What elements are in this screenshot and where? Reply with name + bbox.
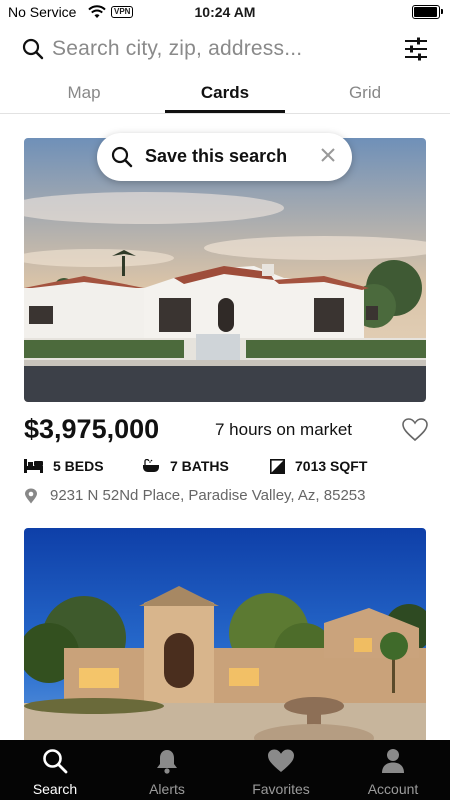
listing-price: $3,975,000 <box>24 414 160 444</box>
search-icon <box>111 146 133 173</box>
sqft-label: 7013 SQFT <box>295 458 368 474</box>
beds-label: 5 BEDS <box>53 458 104 474</box>
view-tabs: Map Cards Grid <box>0 78 450 114</box>
location-pin-icon <box>25 488 37 503</box>
favorite-heart-icon[interactable] <box>402 418 428 447</box>
tab-map[interactable]: Map <box>24 83 144 103</box>
filter-sliders-icon[interactable] <box>404 36 428 67</box>
baths-stat: 7 BATHS <box>142 458 229 474</box>
search-icon <box>43 749 68 774</box>
baths-label: 7 BATHS <box>170 458 229 474</box>
nav-alerts[interactable]: Alerts <box>112 748 222 797</box>
sqft-stat: 7013 SQFT <box>270 458 367 474</box>
nav-alerts-label: Alerts <box>149 781 185 797</box>
listing-photo[interactable] <box>24 528 426 740</box>
area-icon <box>270 458 285 474</box>
nav-search[interactable]: Search <box>0 748 110 797</box>
search-input[interactable]: Search city, zip, address... <box>52 37 302 61</box>
bathtub-icon <box>143 459 159 472</box>
person-icon <box>382 749 404 773</box>
search-bar[interactable]: Search city, zip, address... <box>0 30 450 72</box>
nav-favorites[interactable]: Favorites <box>226 748 336 797</box>
tab-cards[interactable]: Cards <box>165 83 285 103</box>
nav-favorites-label: Favorites <box>252 781 310 797</box>
search-icon <box>22 38 44 65</box>
address-label: 9231 N 52Nd Place, Paradise Valley, Az, … <box>50 487 366 504</box>
nav-account[interactable]: Account <box>338 748 448 797</box>
nav-search-label: Search <box>32 781 78 797</box>
heart-icon <box>268 749 294 772</box>
bottom-nav: Search Alerts Favorites Account <box>0 740 450 800</box>
bell-icon <box>157 750 177 774</box>
battery-icon <box>412 5 443 19</box>
listing-stats: 5 BEDS 7 BATHS 7013 SQFT <box>24 458 426 478</box>
bed-icon <box>24 459 43 473</box>
beds-stat: 5 BEDS <box>24 458 104 474</box>
listing-feed[interactable]: Save this search $3,975,000 7 hours on m… <box>0 115 450 740</box>
close-icon[interactable] <box>320 147 336 168</box>
time-on-market: 7 hours on market <box>215 420 353 439</box>
nav-account-label: Account <box>367 781 419 797</box>
app-screen: No Service VPN 10:24 AM Search city, zip… <box>0 0 450 800</box>
listing-address[interactable]: 9231 N 52Nd Place, Paradise Valley, Az, … <box>24 487 365 504</box>
clock: 10:24 AM <box>194 4 256 20</box>
active-tab-indicator <box>165 110 285 113</box>
tab-grid[interactable]: Grid <box>305 83 425 103</box>
status-bar: No Service VPN 10:24 AM <box>0 0 450 26</box>
save-search-button[interactable]: Save this search <box>97 133 352 181</box>
save-search-label: Save this search <box>145 146 288 166</box>
